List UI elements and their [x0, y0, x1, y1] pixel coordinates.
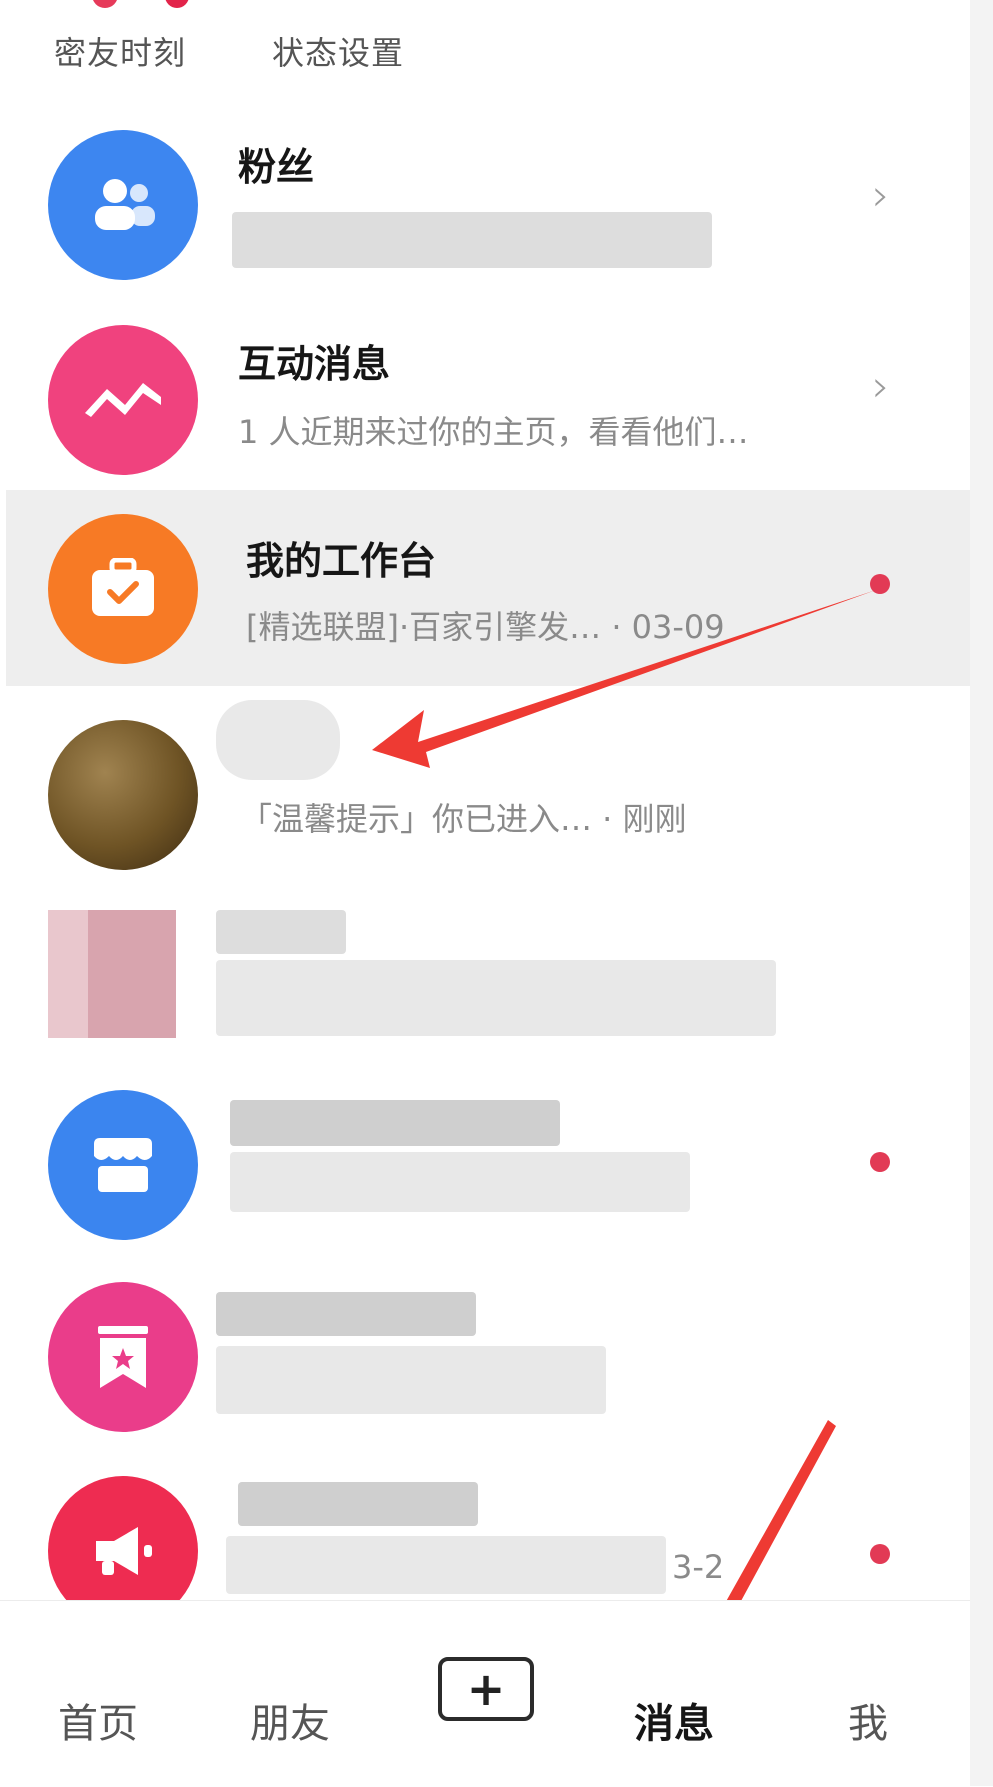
- store-icon: [48, 1090, 198, 1240]
- blurred-title: [216, 910, 346, 954]
- quick-links-bar: 密友时刻 状态设置: [0, 0, 970, 100]
- bookmark-star-icon: [48, 1282, 198, 1432]
- interaction-row[interactable]: 互动消息 1 人近期来过你的主页，看看他们… ›: [0, 295, 970, 485]
- interaction-icon: [48, 325, 198, 475]
- unread-dot: [870, 1152, 890, 1172]
- fans-subtitle-blurred: [232, 212, 712, 268]
- status-settings-link[interactable]: 状态设置: [272, 28, 404, 74]
- chat-name-blurred: [216, 700, 340, 780]
- close-friends-moments-link[interactable]: 密友时刻: [54, 28, 186, 74]
- blurred-subtitle: [216, 1346, 606, 1414]
- nav-me[interactable]: 我: [848, 1691, 888, 1749]
- bottom-nav-bar: 首页 朋友 + 消息 我: [0, 1600, 970, 1787]
- create-plus-button[interactable]: +: [438, 1657, 534, 1721]
- unread-dot: [870, 1544, 890, 1564]
- user-avatar-photo: [48, 720, 198, 870]
- fans-row[interactable]: 粉丝 ›: [0, 100, 970, 290]
- blurred-title: [238, 1482, 478, 1526]
- chevron-right-icon: ›: [872, 361, 890, 412]
- blurred-subtitle: [230, 1152, 690, 1212]
- nav-home[interactable]: 首页: [58, 1691, 138, 1749]
- nav-friends[interactable]: 朋友: [250, 1691, 330, 1749]
- store-row[interactable]: [0, 1070, 970, 1260]
- workbench-subtitle: [精选联盟]·百家引擎发… · 03-09: [246, 608, 725, 646]
- workbench-title: 我的工作台: [246, 539, 437, 583]
- messages-screen: 密友时刻 状态设置 粉丝 › 互动消息 1 人近期来过你的主页，看看他们… ›: [0, 0, 970, 1787]
- screen-edge: [970, 0, 993, 1786]
- interaction-subtitle: 1 人近期来过你的主页，看看他们…: [238, 413, 749, 451]
- workbench-row[interactable]: 我的工作台 [精选联盟]·百家引擎发… · 03-09: [6, 490, 970, 686]
- chat-row-blurred-1[interactable]: [0, 880, 970, 1070]
- blurred-title: [230, 1100, 560, 1146]
- megaphone-row[interactable]: 3-2: [0, 1452, 970, 1626]
- fans-icon: [48, 130, 198, 280]
- avatar-partial: [92, 0, 118, 8]
- fans-title: 粉丝: [238, 145, 315, 189]
- chevron-right-icon: ›: [872, 170, 890, 221]
- chat-notice-subtitle: 「温馨提示」你已进入… · 刚刚: [240, 800, 687, 838]
- badge-partial: [165, 0, 189, 8]
- blurred-subtitle: [216, 960, 776, 1036]
- chat-row-notice[interactable]: 「温馨提示」你已进入… · 刚刚: [0, 690, 970, 880]
- unread-dot: [870, 574, 890, 594]
- bookmark-row[interactable]: [0, 1262, 970, 1452]
- nav-messages[interactable]: 消息: [634, 1691, 714, 1749]
- blurred-title: [216, 1292, 476, 1336]
- blurred-subtitle: [226, 1536, 666, 1594]
- megaphone-time-partial: 3-2: [672, 1548, 725, 1586]
- briefcase-icon: [48, 514, 198, 664]
- interaction-title: 互动消息: [238, 342, 391, 386]
